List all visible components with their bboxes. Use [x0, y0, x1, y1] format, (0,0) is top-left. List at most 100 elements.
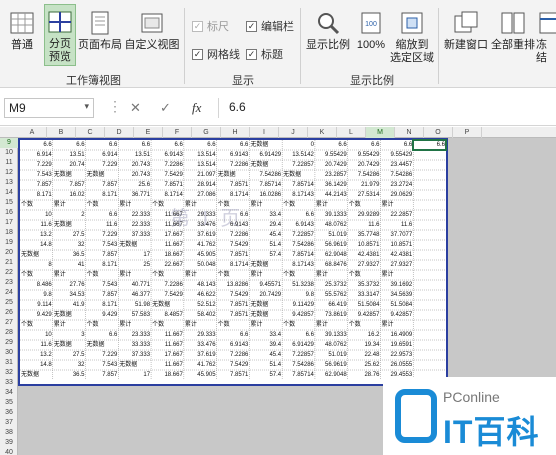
sheet-cell[interactable]: 7.5429 — [151, 290, 184, 300]
sheet-cell[interactable]: 9.8 — [282, 290, 315, 300]
sheet-cell[interactable]: 9.55429 — [315, 150, 348, 160]
row-header-22[interactable]: 22 — [0, 268, 18, 278]
sheet-cell[interactable]: 累计 — [53, 200, 86, 210]
sheet-cell[interactable]: 44.2143 — [315, 190, 348, 200]
sheet-cell[interactable]: 8.486 — [20, 280, 53, 290]
page-break-preview-button[interactable]: 分页 预览 — [44, 4, 76, 66]
sheet-cell[interactable]: 无数据 — [249, 140, 282, 150]
sheet-cell[interactable]: 7.229 — [86, 350, 119, 360]
sheet-cell[interactable]: 29.4 — [249, 220, 282, 230]
sheet-cell[interactable]: 无数据 — [53, 340, 86, 350]
sheet-cell[interactable]: 46.622 — [184, 290, 217, 300]
sheet-cell[interactable]: 34.53 — [53, 290, 86, 300]
sheet-cell[interactable]: 27.5 — [53, 350, 86, 360]
sheet-cell[interactable]: 37.7077 — [380, 230, 413, 240]
sheet-cell[interactable]: 10.8571 — [380, 240, 413, 250]
sheet-cell[interactable]: 8.171 — [86, 190, 119, 200]
sheet-cell[interactable]: 48.0762 — [315, 340, 348, 350]
sheet-cell[interactable]: 6.9143 — [151, 150, 184, 160]
row-header-27[interactable]: 27 — [0, 318, 18, 328]
sheet-cell[interactable]: 无数据 — [20, 250, 53, 260]
sheet-cell[interactable]: 25.62 — [348, 360, 381, 370]
sheet-cell[interactable]: 20.743 — [118, 160, 151, 170]
sheet-cell[interactable]: 无数据 — [86, 170, 119, 180]
sheet-cell[interactable]: 41.762 — [184, 360, 217, 370]
sheet-cell[interactable]: 28.76 — [348, 370, 381, 380]
sheet-cell[interactable]: 13.514 — [184, 160, 217, 170]
row-header-36[interactable]: 36 — [0, 408, 18, 418]
sheet-cell[interactable]: 个数 — [86, 270, 119, 280]
sheet-cell[interactable]: 57.4 — [249, 250, 282, 260]
sheet-cell[interactable]: 45.4 — [249, 230, 282, 240]
sheet-cell[interactable]: 9.114 — [20, 300, 53, 310]
sheet-cell[interactable]: 37.619 — [184, 230, 217, 240]
sheet-cell[interactable]: 46.377 — [118, 290, 151, 300]
sheet-cell[interactable]: 13.2 — [20, 230, 53, 240]
sheet-cell[interactable]: 62.9048 — [315, 370, 348, 380]
sheet-cell[interactable]: 13.2 — [20, 350, 53, 360]
sheet-cell[interactable]: 6.6 — [86, 140, 119, 150]
row-header-10[interactable]: 10 — [0, 148, 18, 158]
sheet-cell[interactable]: 7.5429 — [217, 360, 250, 370]
arrange-all-button[interactable]: 全部重排 — [490, 10, 536, 52]
sheet-cell[interactable]: 68.8476 — [315, 260, 348, 270]
sheet-cell[interactable]: 7.857 — [53, 180, 86, 190]
sheet-cell[interactable]: 无数据 — [249, 310, 282, 320]
sheet-cell[interactable]: 7.229 — [86, 230, 119, 240]
sheet-cell[interactable]: 29.333 — [184, 210, 217, 220]
column-header-b[interactable]: B — [47, 127, 76, 138]
sheet-cell[interactable]: 7.85714 — [282, 180, 315, 190]
sheet-cell[interactable]: 6.6 — [282, 210, 315, 220]
sheet-cell[interactable]: 22.48 — [348, 350, 381, 360]
sheet-cell[interactable]: 累计 — [184, 200, 217, 210]
sheet-cell[interactable]: 个数 — [20, 270, 53, 280]
row-header-15[interactable]: 15 — [0, 198, 18, 208]
sheet-cell[interactable]: 累计 — [184, 270, 217, 280]
row-header-28[interactable]: 28 — [0, 328, 18, 338]
sheet-cell[interactable]: 39.1333 — [315, 210, 348, 220]
column-header-d[interactable]: D — [105, 127, 134, 138]
sheet-cell[interactable]: 25.3732 — [315, 280, 348, 290]
sheet-cell[interactable]: 37.333 — [118, 350, 151, 360]
sheet-cell[interactable]: 累计 — [315, 320, 348, 330]
sheet-cell[interactable]: 40.771 — [118, 280, 151, 290]
sheet-cell[interactable]: 无数据 — [53, 220, 86, 230]
sheet-cell[interactable]: 41 — [53, 260, 86, 270]
sheet-cell[interactable]: 7.54286 — [380, 170, 413, 180]
sheet-cell[interactable]: 26.0555 — [380, 360, 413, 370]
sheet-cell[interactable]: 66.419 — [315, 300, 348, 310]
sheet-cell[interactable]: 6.6 — [53, 140, 86, 150]
row-header-17[interactable]: 17 — [0, 218, 18, 228]
sheet-cell[interactable]: 7.543 — [86, 360, 119, 370]
sheet-cell[interactable]: 14.8 — [20, 240, 53, 250]
sheet-cell[interactable]: 33.4 — [249, 330, 282, 340]
sheet-cell[interactable]: 9.42857 — [380, 310, 413, 320]
sheet-cell[interactable]: 7.229 — [20, 160, 53, 170]
sheet-cell[interactable]: 36.1429 — [315, 180, 348, 190]
sheet-cell[interactable]: 57.4 — [249, 370, 282, 380]
sheet-cell[interactable]: 36.771 — [118, 190, 151, 200]
sheet-cell[interactable]: 45.905 — [184, 250, 217, 260]
sheet-cell[interactable]: 2 — [53, 210, 86, 220]
column-header-i[interactable]: I — [250, 127, 279, 138]
sheet-cell[interactable]: 无数据 — [249, 300, 282, 310]
sheet-cell[interactable]: 19.6591 — [380, 340, 413, 350]
sheet-cell[interactable]: 35.7748 — [348, 230, 381, 240]
sheet-cell[interactable]: 20.74 — [53, 160, 86, 170]
sheet-cell[interactable]: 41.9 — [53, 300, 86, 310]
enter-button[interactable]: ✓ — [160, 100, 171, 116]
formula-input[interactable]: 6.6 — [218, 98, 552, 118]
column-header-l[interactable]: L — [337, 127, 366, 138]
sheet-cell[interactable]: 0 — [282, 140, 315, 150]
sheet-cell[interactable]: 7.85714 — [249, 180, 282, 190]
custom-views-button[interactable]: 自定义视图 — [124, 10, 180, 52]
sheet-cell[interactable]: 7.857 — [86, 180, 119, 190]
sheet-cell[interactable]: 36.5 — [53, 250, 86, 260]
row-header-9[interactable]: 9 — [0, 138, 18, 148]
column-header-e[interactable]: E — [134, 127, 163, 138]
sheet-cell[interactable]: 29.0629 — [380, 190, 413, 200]
sheet-cell[interactable]: 7.2286 — [217, 160, 250, 170]
sheet-cell[interactable]: 9.8 — [20, 290, 53, 300]
sheet-cell[interactable]: 8.171 — [86, 260, 119, 270]
chevron-down-icon[interactable]: ▾ — [84, 101, 89, 112]
